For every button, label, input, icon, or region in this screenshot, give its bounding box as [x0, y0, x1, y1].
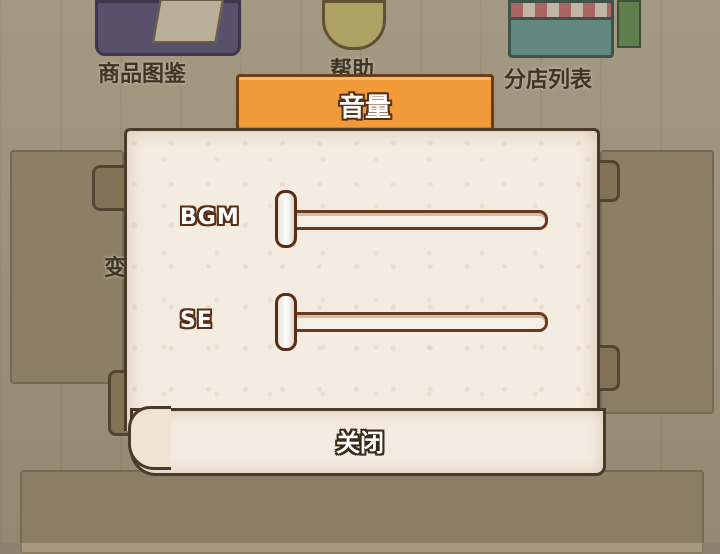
bgm-slider-knob[interactable] — [275, 190, 297, 248]
dialog-title-tab: 音量 — [236, 74, 494, 133]
volume-dialog-panel — [124, 128, 600, 431]
dialog-title: 音量 — [338, 93, 391, 123]
scroll-curl — [128, 406, 171, 470]
bgm-label: BGM — [180, 205, 240, 230]
se-slider-track[interactable] — [280, 312, 548, 332]
se-slider-knob[interactable] — [275, 293, 297, 351]
bgm-slider-track[interactable] — [280, 210, 548, 230]
se-label: SE — [180, 308, 213, 333]
close-button[interactable]: 关闭 — [300, 418, 420, 462]
